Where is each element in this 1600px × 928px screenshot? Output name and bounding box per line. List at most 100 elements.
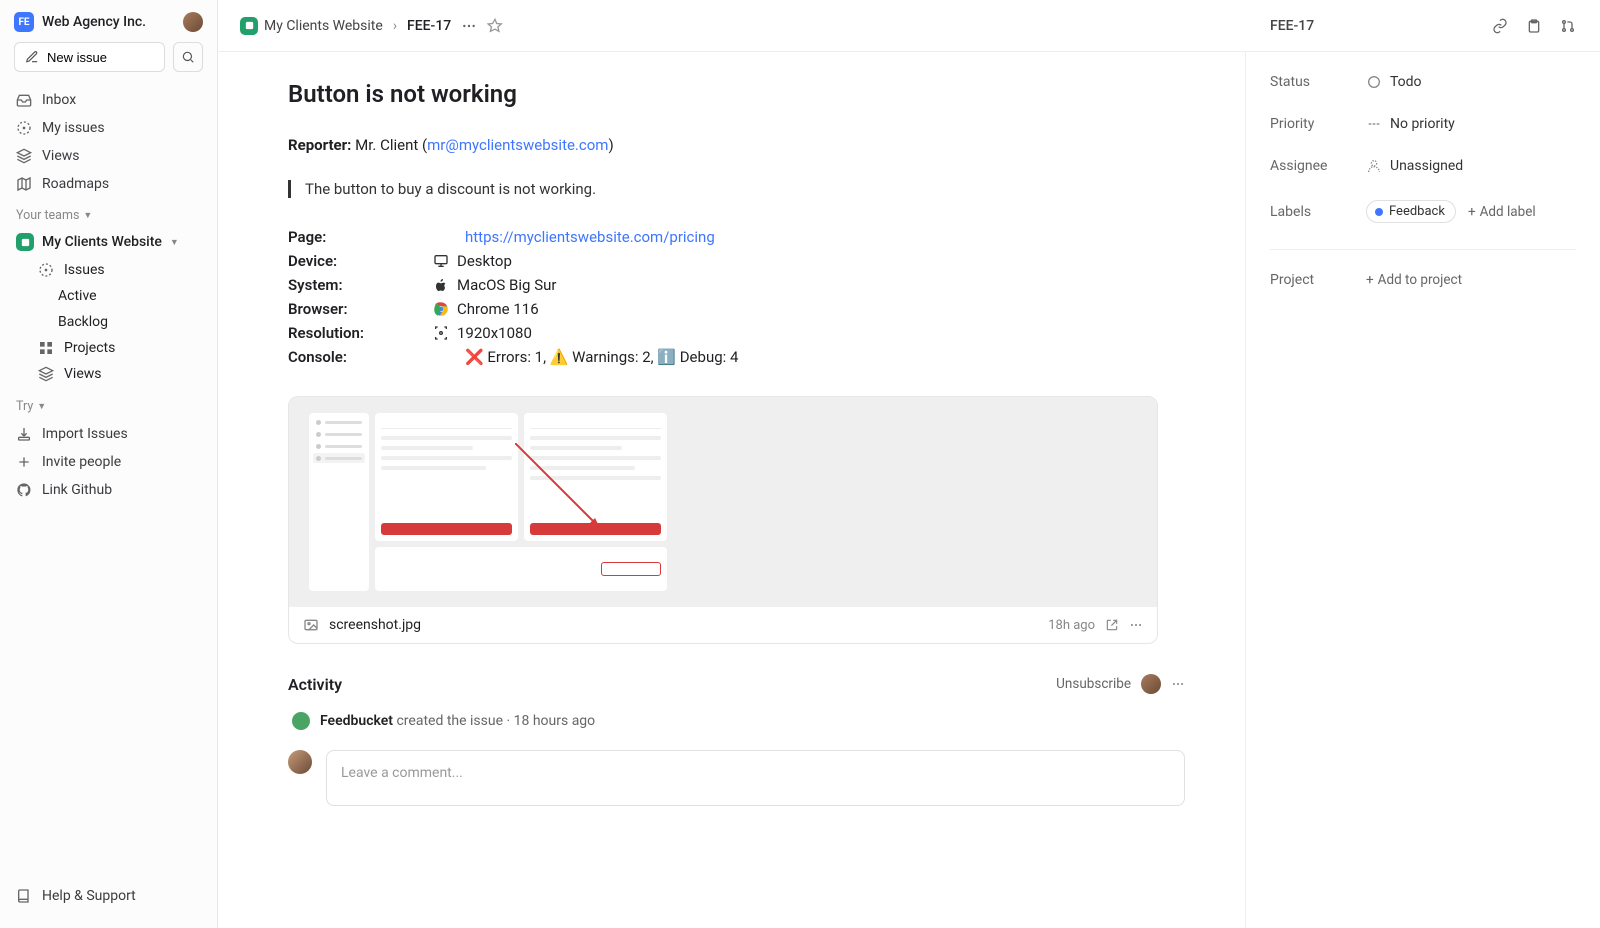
issue-quote: The button to buy a discount is not work… <box>288 180 1185 198</box>
issues-icon <box>38 262 54 278</box>
user-avatar[interactable] <box>183 12 203 32</box>
plus-icon <box>16 454 32 470</box>
target-icon <box>16 120 32 136</box>
breadcrumb-id: FEE-17 <box>407 18 451 34</box>
nav-inbox-label: Inbox <box>42 92 76 108</box>
browser-value: Chrome 116 <box>457 300 539 318</box>
try-invite-people[interactable]: Invite people <box>8 448 209 476</box>
row-console-label: Console: <box>288 348 433 366</box>
team-nav-views[interactable]: Views <box>8 361 209 387</box>
details-panel: FEE-17 Status Todo <box>1245 52 1600 928</box>
resolution-icon <box>433 325 449 341</box>
issue-title[interactable]: Button is not working <box>288 80 1185 108</box>
nav-roadmaps[interactable]: Roadmaps <box>8 170 209 198</box>
row-device-label: Device: <box>288 252 433 270</box>
add-label-button[interactable]: + Add label <box>1468 204 1536 220</box>
try-section[interactable]: Try ▼ <box>0 389 217 420</box>
nav-views[interactable]: Views <box>8 142 209 170</box>
chevron-down-icon: ▼ <box>83 210 92 221</box>
circle-icon <box>1366 74 1382 90</box>
nav-roadmaps-label: Roadmaps <box>42 176 109 192</box>
download-icon <box>16 426 32 442</box>
team-badge-icon <box>240 17 258 35</box>
workspace-switcher[interactable]: FE Web Agency Inc. <box>14 12 146 32</box>
clipboard-button[interactable] <box>1526 18 1542 34</box>
issue-body: Button is not working Reporter: Mr. Clie… <box>218 52 1245 928</box>
team-nav-active[interactable]: Active <box>8 283 209 309</box>
nav-my-issues-label: My issues <box>42 120 105 136</box>
your-teams-section[interactable]: Your teams ▼ <box>0 198 217 229</box>
row-page-label: Page: <box>288 228 433 246</box>
workspace-name: Web Agency Inc. <box>42 14 146 30</box>
nav-inbox[interactable]: Inbox <box>8 86 209 114</box>
attachment-name: screenshot.jpg <box>329 617 1038 633</box>
nav-my-issues[interactable]: My issues <box>8 114 209 142</box>
try-link-github[interactable]: Link Github <box>8 476 209 504</box>
row-system-label: System: <box>288 276 433 294</box>
dots-icon <box>1129 618 1143 632</box>
priority-label: Priority <box>1270 116 1366 132</box>
add-to-project-button[interactable]: + Add to project <box>1366 272 1462 288</box>
label-feedback[interactable]: Feedback <box>1366 200 1456 223</box>
git-button[interactable] <box>1560 18 1576 34</box>
chevron-down-icon: ▼ <box>170 237 179 248</box>
attachment-open[interactable] <box>1105 618 1119 632</box>
unsubscribe-button[interactable]: Unsubscribe <box>1056 676 1131 692</box>
dots-icon <box>461 18 477 34</box>
apple-icon <box>433 277 449 293</box>
row-browser-label: Browser: <box>288 300 433 318</box>
system-value: MacOS Big Sur <box>457 276 556 294</box>
github-icon <box>16 482 32 498</box>
book-icon <box>16 888 32 904</box>
team-nav-issues[interactable]: Issues <box>8 257 209 283</box>
team-nav-projects[interactable]: Projects <box>8 335 209 361</box>
priority-value[interactable]: No priority <box>1366 116 1455 132</box>
page-url[interactable]: https://myclientswebsite.com/pricing <box>465 228 715 246</box>
search-button[interactable] <box>173 42 203 72</box>
monitor-icon <box>433 253 449 269</box>
status-label: Status <box>1270 74 1366 90</box>
reporter-email[interactable]: mr@myclientswebsite.com <box>427 136 608 154</box>
team-badge <box>16 233 34 251</box>
team-nav-backlog[interactable]: Backlog <box>8 309 209 335</box>
dots-icon <box>1171 677 1185 691</box>
resolution-value: 1920x1080 <box>457 324 532 342</box>
git-pull-icon <box>1560 18 1576 34</box>
current-user-avatar <box>288 750 312 774</box>
star-icon <box>487 18 503 34</box>
row-resolution-label: Resolution: <box>288 324 433 342</box>
details-issue-id: FEE-17 <box>1270 18 1314 34</box>
assignee-label: Assignee <box>1270 158 1366 174</box>
assignee-value[interactable]: Unassigned <box>1366 158 1463 174</box>
subscriber-avatar[interactable] <box>1141 674 1161 694</box>
more-menu[interactable] <box>461 18 477 34</box>
layers-icon <box>38 366 54 382</box>
labels-label: Labels <box>1270 204 1366 220</box>
device-value: Desktop <box>457 252 512 270</box>
attachment-preview[interactable] <box>289 397 1157 607</box>
attachment-card: screenshot.jpg 18h ago <box>288 396 1158 644</box>
new-issue-button[interactable]: New issue <box>14 42 165 72</box>
edit-icon <box>25 50 39 64</box>
status-value[interactable]: Todo <box>1366 74 1422 90</box>
help-support[interactable]: Help & Support <box>8 882 209 910</box>
activity-title: Activity <box>288 675 342 694</box>
label-dot <box>1375 208 1383 216</box>
image-icon <box>303 617 319 633</box>
breadcrumb-team[interactable]: My Clients Website <box>240 17 383 35</box>
search-icon <box>181 50 195 64</box>
favorite-button[interactable] <box>487 18 503 34</box>
external-link-icon <box>1105 618 1119 632</box>
nav-views-label: Views <box>42 148 80 164</box>
activity-entry: Feedbucket created the issue · 18 hours … <box>288 712 1185 730</box>
project-label: Project <box>1270 272 1366 288</box>
console-value: ❌ Errors: 1, ⚠️ Warnings: 2, ℹ️ Debug: 4 <box>465 348 738 366</box>
comment-input[interactable]: Leave a comment... <box>326 750 1185 806</box>
team-my-clients-website[interactable]: My Clients Website ▼ <box>0 229 217 255</box>
copy-link-button[interactable] <box>1492 18 1508 34</box>
try-import-issues[interactable]: Import Issues <box>8 420 209 448</box>
workspace-badge: FE <box>14 12 34 32</box>
activity-more[interactable] <box>1171 677 1185 691</box>
plus-icon: + <box>1366 272 1374 288</box>
attachment-more[interactable] <box>1129 618 1143 632</box>
